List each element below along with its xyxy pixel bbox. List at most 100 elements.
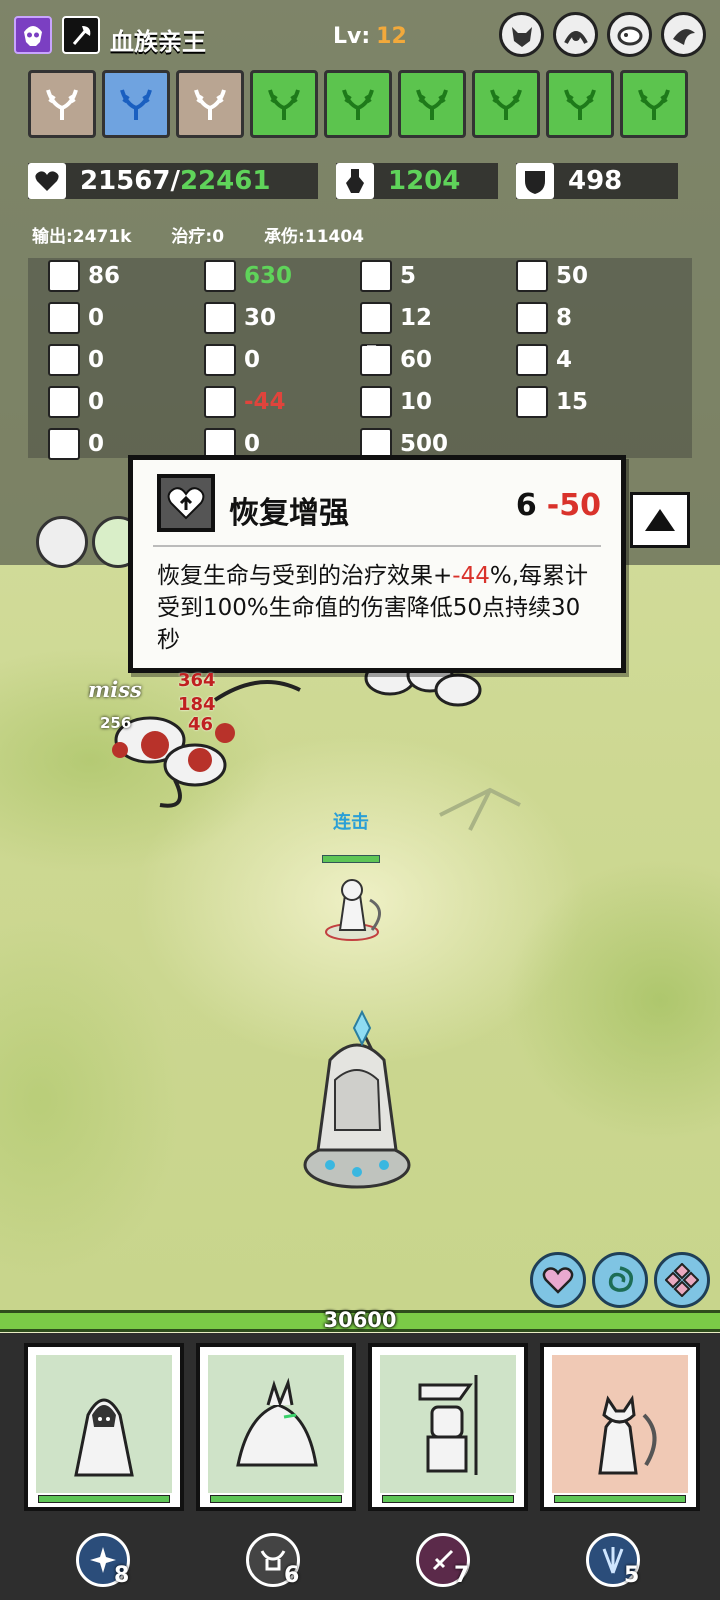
claw-monster-icon[interactable] [553,12,598,57]
card-hp-bar [382,1495,514,1503]
rune-count: 5 [624,1563,640,1588]
attribute-item[interactable]: ʃ0 [48,384,104,420]
defense-value: 498 [568,166,623,196]
antler-icon [46,89,78,120]
attribute-item[interactable]: ϟ0 [48,426,104,462]
tooltip-levels: 6 -50 [516,488,601,523]
attribute-item[interactable]: ⚲ 4 [516,342,572,378]
buff-orb[interactable] [36,516,88,568]
attribute-item[interactable]: ✚ 10 [360,384,432,420]
output-total: 输出:2471k [32,227,132,247]
defense-stat: 498 [516,163,678,199]
heart-plus-icon: ♥ [48,260,80,292]
card-hp-bar [210,1495,342,1503]
skill-slot[interactable] [620,70,688,138]
dpad-ability-button[interactable] [654,1252,710,1308]
unit-card-spiked-beast[interactable] [196,1343,356,1511]
potion-icon [336,163,374,199]
antler-icon [268,89,300,120]
level-value: 12 [376,24,407,49]
skill-slot[interactable] [546,70,614,138]
antler-icon [194,89,226,120]
attribute-item[interactable]: ✕ 0 [204,342,260,378]
base-hp-value: 30600 [323,1308,397,1332]
attribute-item[interactable]: ⚔ 30 [204,300,276,336]
attribute-item[interactable]: ▙ 60 [360,342,432,378]
cooldown-icon: ↺ [48,344,80,376]
attribute-item[interactable]: ♡ -44 [204,384,286,420]
attribute-item[interactable]: ↺ 0 [48,342,104,378]
flame-icon: ▲ [360,260,392,292]
skill-slot[interactable] [176,70,244,138]
card-hp-bar [554,1495,686,1503]
slash-icon: ⟋ [204,260,236,292]
attribute-item[interactable]: ⛨ 0 [48,300,104,336]
unit-hp-bar [322,855,380,863]
skill-slot[interactable] [472,70,540,138]
tooltip-title: 恢复增强 [229,496,349,531]
attribute-item[interactable]: ✸ 50 [516,258,588,294]
unit-deck: 8 6 7 5 [0,1333,720,1600]
beast-icon[interactable] [607,12,652,57]
attack-value: 1204 [388,166,461,196]
boot-icon: ▙ [360,344,392,376]
hp-stat: 21567/22461 [28,163,318,199]
skill-slot[interactable] [398,70,466,138]
skill-slot[interactable] [324,70,392,138]
damage-number: 256 [100,714,132,732]
header: 血族亲王 Lv: 12 [0,0,720,66]
skill-slot[interactable] [28,70,96,138]
vampire-skull-icon[interactable] [14,16,52,54]
attribute-item[interactable]: ϟ 12 [360,300,432,336]
swords-icon: ⚔ [204,302,236,334]
antler-icon [638,89,670,120]
burst-icon: ✸ [516,260,548,292]
level-display: Lv: 12 [333,24,407,49]
tooltip-level-delta: -50 [546,488,601,523]
base-hp-bar: 30600 [0,1308,720,1332]
hp-max: 22461 [179,166,271,196]
wolf-head-icon[interactable] [499,12,544,57]
attribute-grid: ♥ 86 ⛨ 0 ↺ 0 ʃ0 ϟ0 ⟋ 630 ⚔ 30 ✕ 0 ♡ -44 ⚡ 0 ▲ 5 ϟ… [28,258,692,460]
timer-icon: ◷ [516,386,548,418]
tooltip-divider [153,545,601,547]
unit-card-hooded-mage[interactable] [24,1343,184,1511]
battle-totals: 输出:2471k 治疗:0 承伤:11404 [32,222,364,247]
tooltip-level-current: 6 [515,488,537,523]
attribute-item[interactable]: ◷ 15 [516,384,588,420]
dodge-icon: ✕ [204,344,236,376]
damage-number: 364 [178,670,216,691]
heal-boost-icon: ♡ [204,386,236,418]
unit-card-knight-banner[interactable] [368,1343,528,1511]
attribute-item[interactable]: ◎ 8 [516,300,572,336]
skill-slot[interactable] [250,70,318,138]
attribute-item[interactable]: ▲ 5 [360,258,416,294]
heal-boost-icon [157,474,215,532]
cross-icon: ✚ [360,386,392,418]
shield-person-icon: ⛨ [48,302,80,334]
hook-icon: ʃ [48,386,80,418]
attack-stat: 1204 [336,163,498,199]
cat-archer-portrait [552,1355,688,1493]
heart-icon [542,1267,574,1294]
attribute-item[interactable]: ♥ 86 [48,258,120,294]
knight-banner-portrait [380,1355,516,1493]
heart-icon [28,163,66,199]
damage-number: 46 [188,714,214,735]
axe-icon[interactable] [62,16,100,54]
healing-total: 治疗:0 [171,227,225,247]
crow-icon[interactable] [661,12,706,57]
lightning-shield-icon: ϟ [48,428,80,460]
heart-ability-button[interactable] [530,1252,586,1308]
tooltip-description: 恢复生命与受到的治疗效果+-44%,每累计受到100%生命值的伤害降低50点持续… [157,563,589,653]
rune-count: 8 [114,1563,130,1588]
unit-card-cat-archer[interactable] [540,1343,700,1511]
attribute-item[interactable]: ⟋ 630 [204,258,292,294]
collapse-button[interactable] [630,492,690,548]
skill-slot[interactable] [102,70,170,138]
rune-count: 7 [454,1563,470,1588]
spiked-beast-portrait [208,1355,344,1493]
hooded-mage-portrait [36,1355,172,1493]
swirl-ability-button[interactable] [592,1252,648,1308]
card-hp-bar [38,1495,170,1503]
